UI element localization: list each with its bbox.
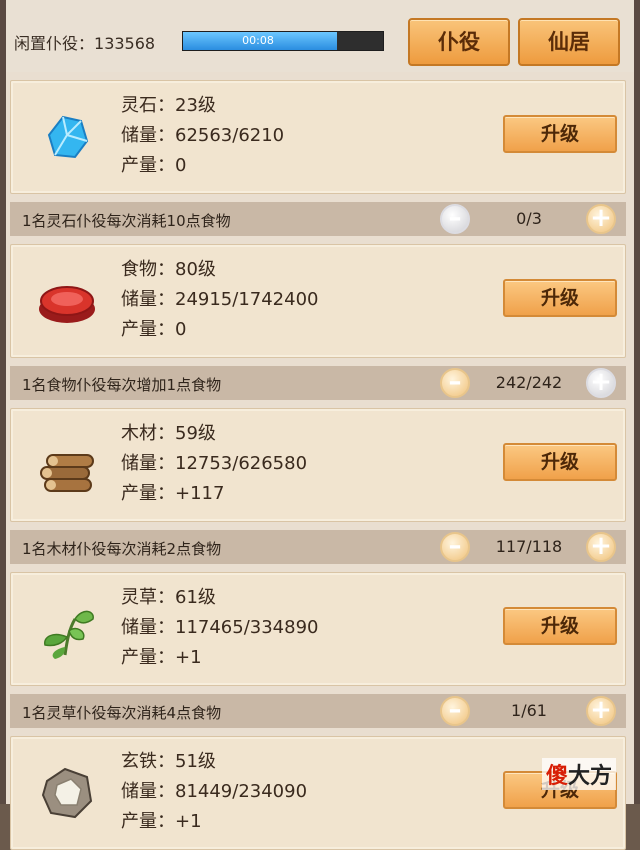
resource-panel: 闲置仆役：133568 00:08 仆役 仙居 灵石：23级 储量：62563/… — [6, 0, 634, 850]
idle-servants-count: 133568 — [94, 34, 156, 53]
servant-count: 0/3 — [516, 209, 542, 228]
resource-storage: 储量：117465/334890 — [121, 617, 319, 638]
decrease-servant-button[interactable]: – — [440, 368, 470, 398]
idle-servants-caption: 闲置仆役： — [14, 34, 95, 53]
spirit-stone-icon — [47, 115, 89, 159]
food-icon — [39, 286, 95, 323]
servant-rule-text: 1名灵石仆役每次消耗10点食物 — [22, 212, 231, 230]
black-iron-icon — [41, 767, 93, 819]
servant-rule-row: 1名食物仆役每次增加1点食物 – 242/242 + — [10, 366, 626, 400]
resource-output: 产量：+1 — [121, 811, 202, 832]
decrease-servant-button[interactable]: – — [440, 204, 470, 234]
watermark-logo: 傻大方 — [541, 758, 616, 790]
decrease-servant-button[interactable]: – — [440, 532, 470, 562]
resource-name-level: 灵草：61级 — [121, 587, 216, 608]
upgrade-button[interactable]: 升级 — [503, 607, 617, 645]
resource-name-level: 食物：80级 — [121, 259, 216, 280]
resource-storage: 储量：81449/234090 — [121, 781, 308, 802]
spirit-herb-icon — [44, 610, 94, 659]
servant-count: 242/242 — [495, 373, 563, 392]
watermark-rest: 大方 — [567, 764, 612, 789]
increase-servant-button[interactable]: + — [586, 532, 616, 562]
palace-button[interactable]: 仙居 — [518, 18, 620, 66]
servant-rule-row: 1名木材仆役每次消耗2点食物 – 117/118 + — [10, 530, 626, 564]
resource-name-level: 灵石：23级 — [121, 95, 216, 116]
servant-button[interactable]: 仆役 — [408, 18, 510, 66]
resource-storage: 储量：62563/6210 — [121, 125, 285, 146]
resource-info: 食物：80级 储量：24915/1742400 产量：0 — [121, 255, 319, 345]
timer-progress-bar: 00:08 — [182, 31, 384, 51]
resource-storage: 储量：24915/1742400 — [121, 289, 319, 310]
resource-info: 灵草：61级 储量：117465/334890 产量：+1 — [121, 583, 319, 673]
panel-header: 闲置仆役：133568 00:08 仆役 仙居 — [6, 0, 634, 72]
increase-servant-button[interactable]: + — [586, 696, 616, 726]
wood-icon — [40, 454, 94, 492]
resource-output: 产量：+117 — [121, 483, 225, 504]
resource-storage: 储量：12753/626580 — [121, 453, 308, 474]
idle-servants-label: 闲置仆役：133568 — [14, 30, 155, 54]
servant-count: 117/118 — [495, 537, 563, 556]
servant-rule-text: 1名木材仆役每次消耗2点食物 — [22, 540, 222, 558]
increase-servant-button[interactable]: + — [586, 368, 616, 398]
decrease-servant-button[interactable]: – — [440, 696, 470, 726]
watermark-first-char: 傻 — [545, 764, 568, 789]
servant-rule-text: 1名食物仆役每次增加1点食物 — [22, 376, 222, 394]
resource-info: 木材：59级 储量：12753/626580 产量：+117 — [121, 419, 307, 509]
resource-output: 产量：+1 — [121, 647, 202, 668]
resource-card-spirit-stone: 灵石：23级 储量：62563/6210 产量：0 升级 — [10, 80, 626, 194]
upgrade-button[interactable]: 升级 — [503, 279, 617, 317]
resource-name-level: 木材：59级 — [121, 423, 216, 444]
increase-servant-button[interactable]: + — [586, 204, 616, 234]
resource-card-food: 食物：80级 储量：24915/1742400 产量：0 升级 — [10, 244, 626, 358]
timer-text: 00:08 — [242, 34, 274, 47]
resource-info: 玄铁：51级 储量：81449/234090 产量：+1 — [121, 747, 307, 837]
servant-rule-row: 1名灵草仆役每次消耗4点食物 – 1/61 + — [10, 694, 626, 728]
resource-card-wood: 木材：59级 储量：12753/626580 产量：+117 升级 — [10, 408, 626, 522]
upgrade-button[interactable]: 升级 — [503, 115, 617, 153]
servant-count: 1/61 — [511, 701, 547, 720]
resource-card-black-iron: 玄铁：51级 储量：81449/234090 产量：+1 升级 — [10, 736, 626, 850]
resource-info: 灵石：23级 储量：62563/6210 产量：0 — [121, 91, 284, 181]
resource-output: 产量：0 — [121, 319, 187, 340]
servant-rule-text: 1名灵草仆役每次消耗4点食物 — [22, 704, 222, 722]
resource-list: 灵石：23级 储量：62563/6210 产量：0 升级 1名灵石仆役每次消耗1… — [10, 72, 626, 850]
resource-name-level: 玄铁：51级 — [121, 751, 216, 772]
resource-card-spirit-herb: 灵草：61级 储量：117465/334890 产量：+1 升级 — [10, 572, 626, 686]
upgrade-button[interactable]: 升级 — [503, 443, 617, 481]
resource-output: 产量：0 — [121, 155, 187, 176]
servant-rule-row: 1名灵石仆役每次消耗10点食物 – 0/3 + — [10, 202, 626, 236]
